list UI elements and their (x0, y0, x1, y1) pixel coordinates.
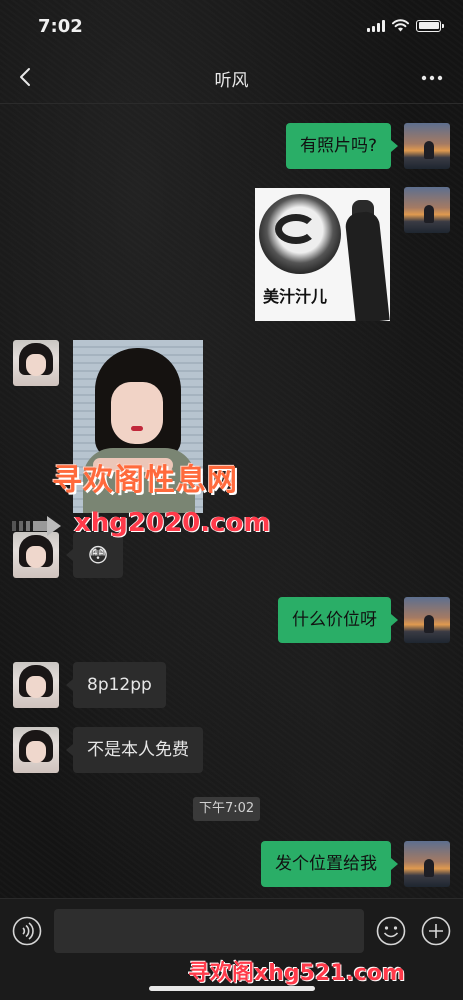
avatar-self[interactable] (404, 123, 450, 169)
message-bubble-outgoing[interactable]: 什么价位呀 (278, 597, 398, 643)
status-icons (367, 19, 444, 32)
nav-bar: 听风 (0, 52, 463, 104)
sticker-arm (344, 210, 390, 321)
message-bubble-incoming[interactable]: 😳 (66, 532, 123, 578)
voice-icon[interactable] (12, 916, 42, 946)
photo-face (111, 382, 163, 444)
status-time: 7:02 (38, 16, 83, 37)
watermark-url: xhg2020.com (74, 508, 271, 538)
flushed-face-icon: 😳 (87, 543, 109, 567)
sticker-mouth (275, 214, 317, 244)
avatar-self[interactable] (404, 187, 450, 233)
time-divider: 下午7:02 (193, 797, 261, 821)
watermark-bottom: 寻欢阁xhg521.com (188, 961, 405, 986)
sticker-caption: 美汁汁儿 (263, 287, 328, 306)
status-bar: 7:02 (0, 0, 463, 52)
avatar-self[interactable] (404, 597, 450, 643)
wifi-icon (392, 19, 409, 32)
message-input[interactable] (54, 909, 364, 953)
arrow-icon (12, 516, 61, 536)
emoji-icon[interactable] (376, 916, 406, 946)
message-bubble-incoming[interactable]: 不是本人免费 (66, 727, 203, 773)
chat-title: 听风 (214, 71, 249, 91)
battery-icon (416, 19, 444, 32)
watermark-text: 寻欢阁性息网 (52, 463, 238, 498)
avatar-contact[interactable] (13, 727, 59, 773)
message-bubble-outgoing[interactable]: 有照片吗? (285, 123, 399, 169)
message-bubble-outgoing[interactable]: 发个位置给我 (261, 841, 398, 887)
chat-screen: 7:02 听风 有照片吗? 美汁汁儿 😳 什么价位呀 8p12pp 不是本人免费… (0, 0, 463, 1000)
avatar-self[interactable] (404, 841, 450, 887)
more-dots-icon[interactable] (419, 65, 445, 91)
plus-icon[interactable] (421, 916, 451, 946)
home-indicator[interactable] (149, 986, 315, 991)
avatar-contact[interactable] (13, 340, 59, 386)
sticker-message[interactable]: 美汁汁儿 (255, 188, 390, 321)
avatar-contact[interactable] (13, 532, 59, 578)
signal-icon (367, 19, 385, 32)
message-bubble-incoming[interactable]: 8p12pp (66, 662, 166, 708)
photo-lips (131, 426, 143, 431)
avatar-contact[interactable] (13, 662, 59, 708)
